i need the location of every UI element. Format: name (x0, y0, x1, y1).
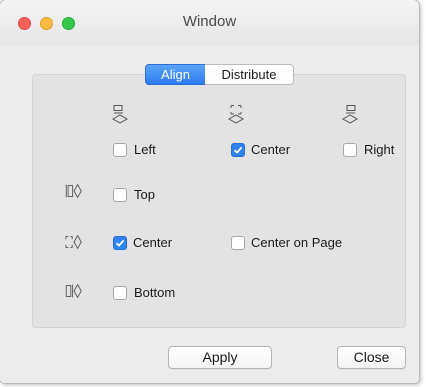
tab-distribute[interactable]: Distribute (205, 64, 294, 85)
window: Window Align Distribute Left Center Righ… (0, 0, 419, 383)
window-title: Window (182, 13, 237, 30)
left-checkbox[interactable] (113, 143, 127, 157)
align-right-icon (341, 105, 359, 124)
bottom-label: Bottom (134, 285, 176, 300)
checkmark-icon (233, 146, 243, 154)
close-button[interactable]: Close (337, 346, 406, 369)
center-vertical-checkbox[interactable] (113, 236, 127, 250)
align-left-icon (111, 105, 129, 124)
top-checkbox[interactable] (113, 188, 127, 202)
left-label: Left (134, 142, 156, 157)
right-checkbox[interactable] (343, 143, 357, 157)
bottom-checkbox[interactable] (113, 286, 127, 300)
top-label: Top (134, 187, 155, 202)
align-bottom-icon (65, 283, 82, 299)
align-center-horizontal-icon (227, 105, 245, 124)
align-top-icon (65, 183, 82, 199)
title-bar: Window (0, 0, 419, 45)
center-horizontal-label: Center (251, 142, 291, 157)
center-on-page-label: Center on Page (251, 235, 343, 250)
checkmark-icon (115, 239, 125, 247)
tab-align[interactable]: Align (145, 64, 206, 85)
center-vertical-label: Center (133, 235, 173, 250)
center-horizontal-checkbox[interactable] (231, 143, 245, 157)
apply-button[interactable]: Apply (168, 346, 272, 369)
align-center-vertical-icon (65, 234, 82, 250)
center-on-page-checkbox[interactable] (231, 236, 245, 250)
right-label: Right (364, 142, 395, 157)
